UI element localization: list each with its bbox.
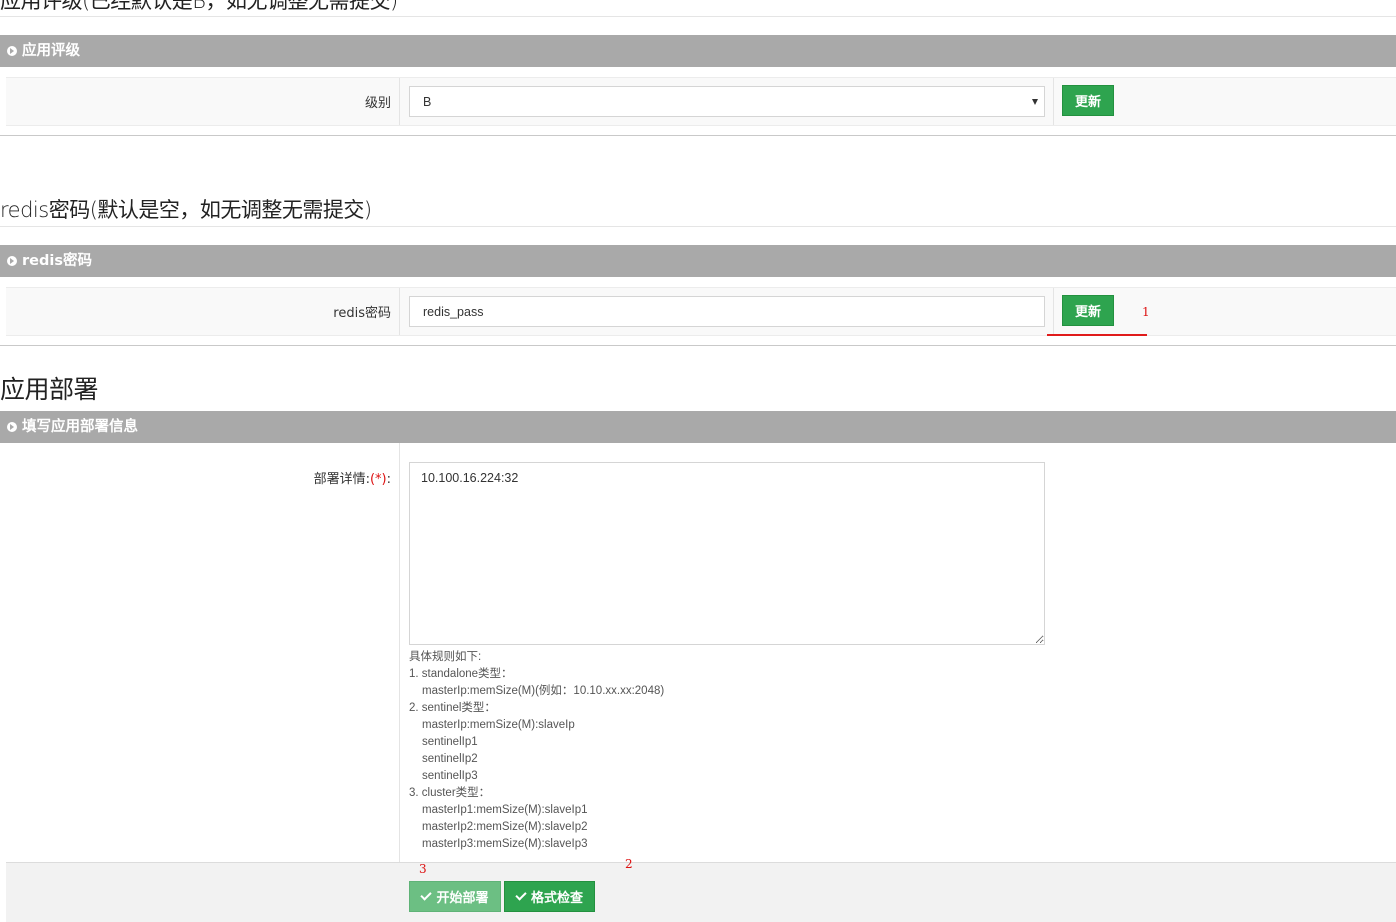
rating-row-divider-right [1053,78,1054,125]
deploy-rules-help: 具体规则如下: 1. standalone类型： masterIp:memSiz… [409,649,664,853]
rules-line: 3. cluster类型： [409,787,491,799]
redis-panel-header: redis密码 [0,245,1396,277]
rating-heading-divider [0,16,1396,17]
annotation-mark-2: 2 [625,857,633,871]
redis-heading-divider [0,226,1396,227]
redis-update-button[interactable]: 更新 [1062,295,1114,326]
redis-section-heading: redis密码(默认是空，如无调整无需提交) [0,198,372,222]
start-deploy-button[interactable]: 开始部署 [409,881,501,912]
deploy-details-label-text: 部署详情: [313,472,370,487]
annotation-mark-1: 1 [1142,305,1150,319]
rules-line: masterIp2:memSize(M):slaveIp2 [422,821,588,833]
rating-level-select[interactable]: B [409,86,1045,117]
deploy-section-heading: 应用部署 [0,375,99,404]
rules-line: 2. sentinel类型： [409,702,496,714]
redis-panel-title: redis密码 [22,253,92,269]
circle-chevron-right-icon [7,256,17,266]
deploy-actions-bar [6,862,1396,922]
rules-line: sentinelIp3 [422,770,478,782]
start-deploy-label: 开始部署 [436,891,489,906]
format-check-label: 格式检查 [530,891,583,906]
redis-row-divider-right [1053,288,1054,335]
deploy-details-textarea[interactable]: 10.100.16.224:32 [409,462,1045,645]
annotation-mark-3: 3 [419,862,427,876]
check-icon [420,889,433,901]
rules-line: sentinelIp2 [422,753,478,765]
rules-line: masterIp:memSize(M)(例如：10.10.xx.xx:2048) [422,685,665,697]
deploy-details-label: 部署详情:(*): [6,468,399,487]
rating-section-heading: 应用评级(已经默认是B，如无调整无需提交) [0,0,398,13]
caret-down-icon [1032,98,1038,105]
annotation-underline [1047,334,1147,336]
format-check-button[interactable]: 格式检查 [504,881,595,912]
rules-line: 1. standalone类型： [409,668,513,680]
deploy-panel-title: 填写应用部署信息 [22,419,138,435]
circle-chevron-right-icon [7,46,17,56]
rules-line: masterIp1:memSize(M):slaveIp1 [422,804,588,816]
required-mark: (*) [369,472,387,487]
deploy-panel-header: 填写应用部署信息 [0,411,1396,443]
rules-line: masterIp:memSize(M):slaveIp [422,719,575,731]
rules-intro: 具体规则如下: [409,651,482,663]
redis-row-divider-left [399,288,400,335]
rules-line: masterIp3:memSize(M):slaveIp3 [422,838,588,850]
check-icon [515,889,527,901]
rules-line: sentinelIp1 [422,736,478,748]
rating-section-bottom-line [0,135,1396,136]
redis-password-value: redis_pass [423,304,484,319]
deploy-details-label-suffix: : [386,472,391,487]
redis-password-input[interactable]: redis_pass [409,296,1045,327]
rating-panel-header: 应用评级 [0,35,1396,67]
rating-level-selected-value: B [423,94,432,109]
circle-chevron-right-icon [7,422,17,432]
rating-panel-title: 应用评级 [22,43,80,59]
rating-update-button[interactable]: 更新 [1062,85,1114,116]
rating-level-label: 级别 [364,96,391,111]
redis-password-label: redis密码 [333,306,391,321]
deploy-row-divider [399,443,400,862]
redis-section-bottom-line [0,345,1396,346]
rating-row-divider-left [399,78,400,125]
